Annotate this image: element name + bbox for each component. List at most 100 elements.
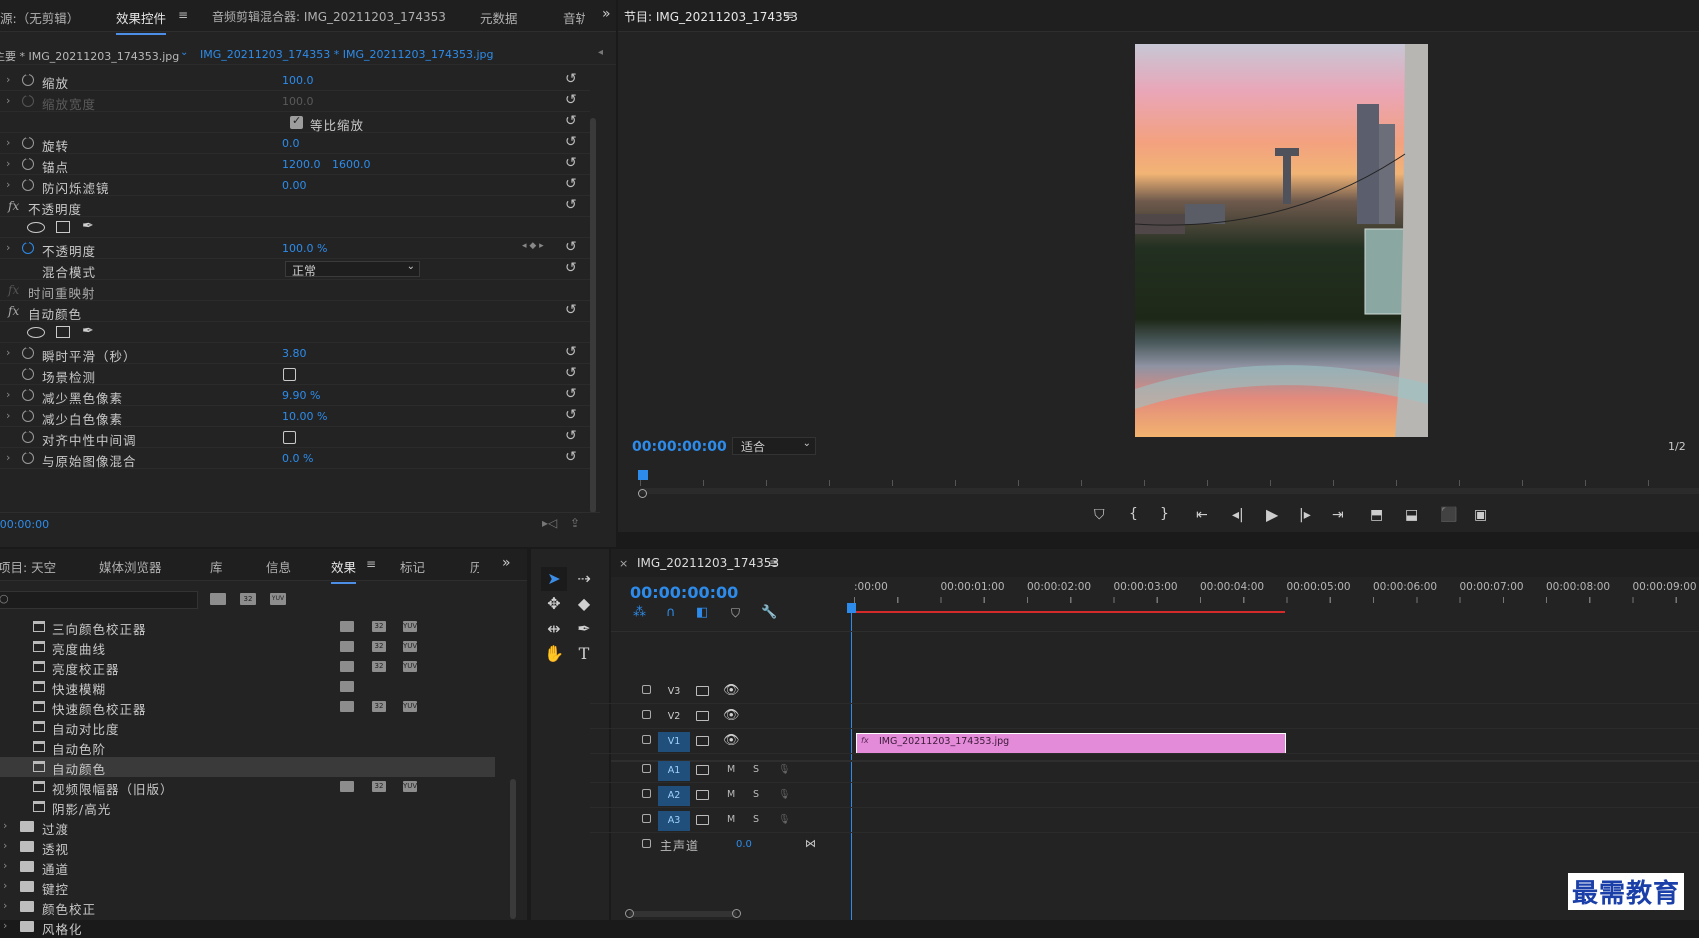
effect-list-item[interactable]: 快速模糊 bbox=[0, 677, 495, 697]
effect-folder[interactable]: › 透视 bbox=[0, 837, 495, 857]
expand-chevron-icon[interactable]: › bbox=[6, 451, 10, 464]
tab-effects[interactable]: 效果 bbox=[331, 557, 357, 584]
expand-chevron-icon[interactable]: › bbox=[6, 178, 10, 191]
pen-tool-icon[interactable]: ✒ bbox=[571, 617, 597, 641]
stopwatch-icon[interactable] bbox=[22, 155, 34, 170]
expand-chevron-icon[interactable]: › bbox=[3, 839, 7, 852]
type-tool-icon[interactable]: T bbox=[571, 642, 597, 666]
property-value[interactable]: 0.00 bbox=[282, 179, 307, 192]
rectangle-mask-icon[interactable] bbox=[56, 326, 70, 338]
blend-mode-select[interactable]: 正常 ⌄ bbox=[285, 261, 420, 278]
film-icon[interactable] bbox=[696, 736, 709, 746]
track-target[interactable]: A2 bbox=[658, 786, 690, 806]
lock-icon[interactable] bbox=[642, 814, 651, 823]
program-ruler[interactable] bbox=[638, 470, 1699, 498]
expand-chevron-icon[interactable]: › bbox=[3, 879, 7, 892]
expand-chevron-icon[interactable]: › bbox=[6, 94, 10, 107]
yuv-filter-icon[interactable]: YUV bbox=[270, 593, 286, 605]
zoom-handle[interactable] bbox=[638, 489, 647, 498]
tab-markers[interactable]: 标记 bbox=[400, 557, 425, 576]
effect-folder[interactable]: › 颜色校正 bbox=[0, 897, 495, 917]
program-timecode[interactable]: 00:00:00:00 bbox=[632, 439, 727, 455]
expand-chevron-icon[interactable]: › bbox=[3, 919, 7, 932]
go-to-end-icon[interactable]: ⋈ bbox=[805, 837, 816, 850]
stopwatch-icon[interactable] bbox=[22, 176, 34, 191]
stopwatch-icon[interactable] bbox=[22, 344, 34, 359]
playhead-marker[interactable] bbox=[638, 470, 648, 480]
eye-icon[interactable]: 👁 bbox=[723, 733, 740, 748]
effect-header-time-remap[interactable]: fx 时间重映射 bbox=[0, 280, 590, 301]
lock-icon[interactable] bbox=[642, 735, 651, 744]
mark-out-icon[interactable]: } bbox=[1160, 506, 1169, 522]
step-forward-icon[interactable]: |▸ bbox=[1299, 507, 1311, 523]
property-value[interactable]: 0.0 bbox=[282, 137, 300, 150]
lock-icon[interactable] bbox=[642, 685, 651, 694]
tab-audio-clip-mixer[interactable]: 音频剪辑混合器: IMG_20211203_174353 bbox=[212, 8, 446, 25]
razor-tool-icon[interactable]: ◆ bbox=[571, 592, 597, 616]
master-volume-value[interactable]: 0.0 bbox=[736, 839, 752, 850]
lock-icon[interactable] bbox=[642, 764, 651, 773]
expand-chevron-icon[interactable]: › bbox=[6, 157, 10, 170]
ellipse-mask-icon[interactable] bbox=[27, 222, 45, 233]
tab-metadata[interactable]: 元数据 bbox=[480, 8, 518, 27]
scene-detect-checkbox[interactable] bbox=[283, 368, 296, 381]
scroll-handle-right[interactable] bbox=[732, 909, 741, 918]
effect-list-item[interactable]: 自动对比度 bbox=[0, 717, 495, 737]
reset-icon[interactable]: ↺ bbox=[565, 428, 577, 444]
tab-info[interactable]: 信息 bbox=[266, 557, 291, 576]
fx-icon[interactable]: fx bbox=[8, 199, 19, 213]
property-value[interactable]: 0.0 % bbox=[282, 452, 313, 465]
effect-header-opacity[interactable]: fx 不透明度 ↺ bbox=[0, 196, 590, 217]
pen-mask-icon[interactable]: ✒ bbox=[82, 323, 94, 339]
effect-list-item[interactable]: 视频限幅器（旧版） 32 YUV bbox=[0, 777, 495, 797]
ripple-edit-tool-icon[interactable]: ✥ bbox=[541, 592, 567, 616]
program-title[interactable]: 节目: IMG_20211203_174353 bbox=[624, 8, 798, 25]
effect-list-item[interactable]: 快速颜色校正器 32 YUV bbox=[0, 697, 495, 717]
go-to-in-icon[interactable]: ⇤ bbox=[1196, 507, 1208, 523]
clip-dropdown-chevron-icon[interactable]: ⌄ bbox=[180, 47, 188, 58]
voiceover-icon[interactable]: 🎙 bbox=[778, 814, 790, 825]
track-target[interactable]: V3 bbox=[658, 682, 690, 702]
reset-icon[interactable]: ↺ bbox=[565, 260, 577, 276]
play-audio-icon[interactable]: ▸◁ bbox=[542, 516, 557, 530]
tab-source[interactable]: 源:（无剪辑） bbox=[0, 8, 79, 27]
sync-lock-icon[interactable] bbox=[696, 790, 709, 800]
sync-lock-icon[interactable] bbox=[696, 765, 709, 775]
rectangle-mask-icon[interactable] bbox=[56, 221, 70, 233]
effect-folder[interactable]: › 通道 bbox=[0, 857, 495, 877]
track-target[interactable]: A3 bbox=[658, 811, 690, 831]
stopwatch-icon[interactable] bbox=[22, 365, 34, 380]
sync-lock-icon[interactable] bbox=[696, 815, 709, 825]
track-target[interactable]: V1 bbox=[658, 732, 690, 752]
tab-audio-track[interactable]: 音轨 bbox=[563, 8, 585, 27]
expand-chevron-icon[interactable]: › bbox=[6, 409, 10, 422]
mute-button[interactable]: M bbox=[727, 814, 735, 825]
reset-icon[interactable]: ↺ bbox=[565, 386, 577, 402]
lock-icon[interactable] bbox=[642, 839, 651, 848]
track-target[interactable]: A1 bbox=[658, 761, 690, 781]
overflow-chevron-icon[interactable]: » bbox=[502, 555, 511, 571]
expand-chevron-icon[interactable]: › bbox=[3, 899, 7, 912]
effect-folder[interactable]: › 风格化 bbox=[0, 917, 495, 937]
effect-list-item[interactable]: 亮度曲线 32 YUV bbox=[0, 637, 495, 657]
panel-menu-icon[interactable]: ≡ bbox=[784, 8, 794, 22]
reset-icon[interactable]: ↺ bbox=[565, 449, 577, 465]
reset-icon[interactable]: ↺ bbox=[565, 134, 577, 150]
track-select-tool-icon[interactable]: ⇢ bbox=[571, 567, 597, 591]
tab-media-browser[interactable]: 媒体浏览器 bbox=[99, 557, 162, 576]
expand-chevron-icon[interactable]: › bbox=[3, 819, 7, 832]
stopwatch-icon[interactable] bbox=[22, 407, 34, 422]
mute-button[interactable]: M bbox=[727, 789, 735, 800]
expand-chevron-icon[interactable]: › bbox=[6, 388, 10, 401]
expand-icon[interactable]: ◂ bbox=[598, 47, 603, 58]
effect-list-item[interactable]: 亮度校正器 32 YUV bbox=[0, 657, 495, 677]
solo-button[interactable]: S bbox=[753, 789, 759, 800]
mark-in-icon[interactable]: { bbox=[1129, 506, 1138, 522]
hand-tool-icon[interactable]: ✋ bbox=[541, 642, 567, 666]
stopwatch-icon[interactable] bbox=[22, 428, 34, 443]
reset-icon[interactable]: ↺ bbox=[565, 155, 577, 171]
tab-project[interactable]: 项目: 天空 bbox=[0, 557, 56, 576]
lift-icon[interactable]: ⬒ bbox=[1370, 507, 1383, 523]
extract-icon[interactable]: ⬓ bbox=[1405, 507, 1418, 523]
reset-icon[interactable]: ↺ bbox=[565, 365, 577, 381]
